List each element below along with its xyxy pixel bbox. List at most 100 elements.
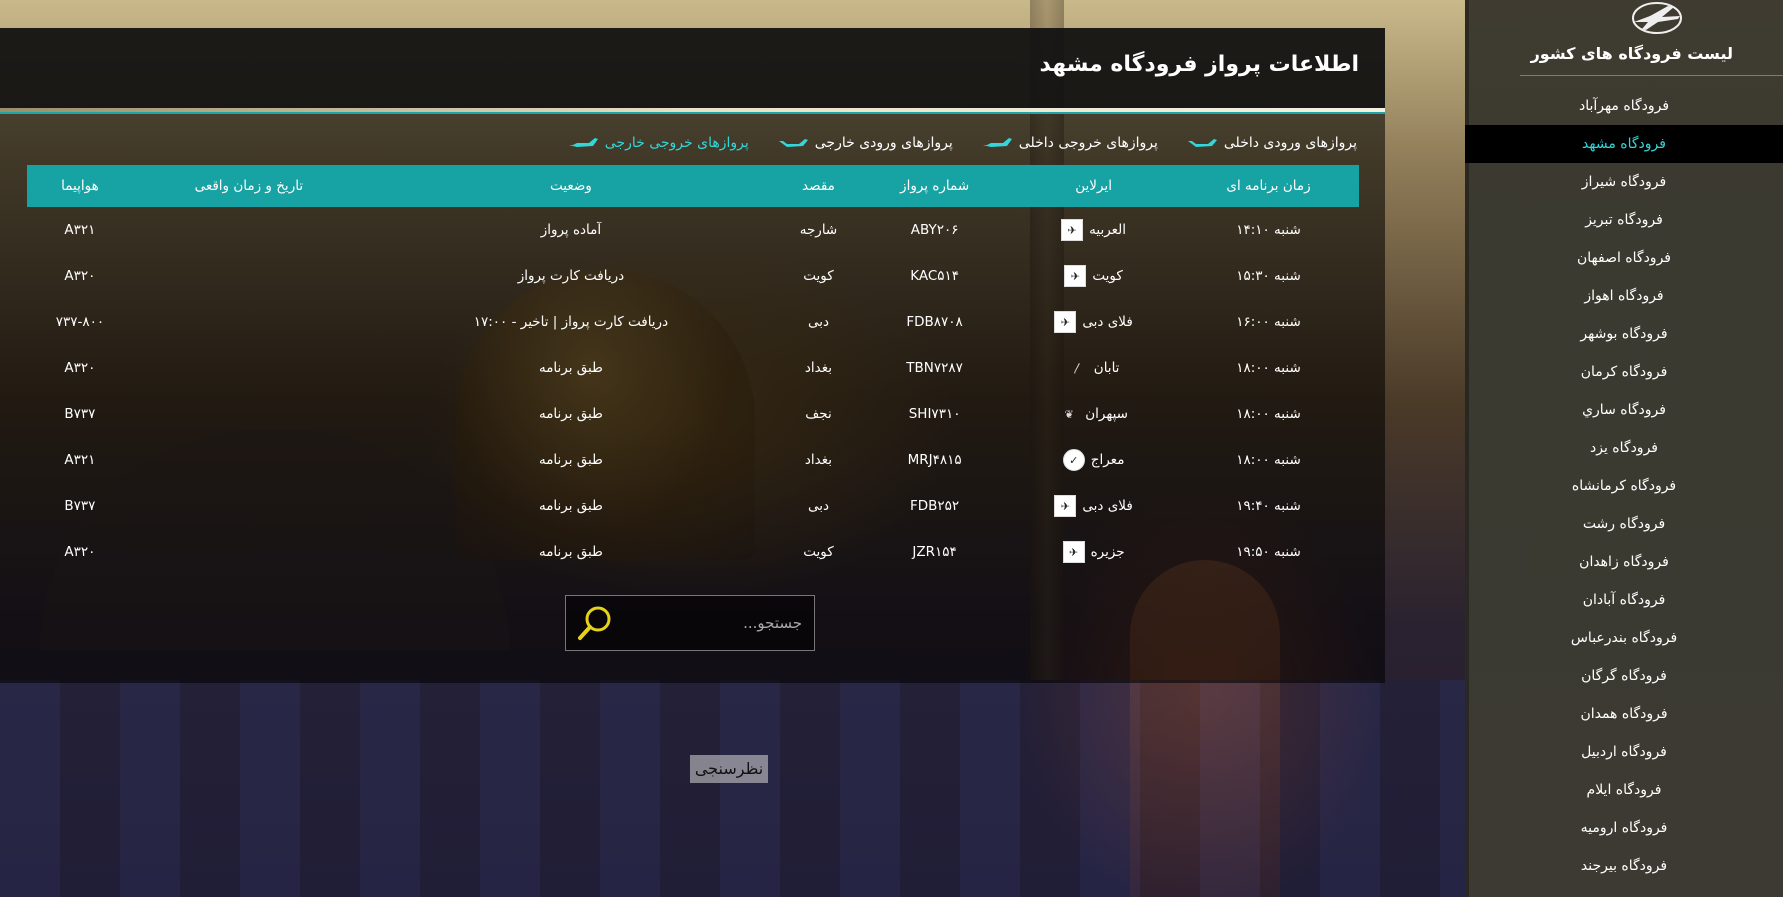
flight-info-panel: اطلاعات پرواز فرودگاه مشهد پروازهای ورود… <box>0 28 1385 683</box>
airline-name: سپهران <box>1085 406 1128 422</box>
cell-destination: بغداد <box>804 360 833 376</box>
column-header-scheduled-time: زمان برنامه ای <box>1177 165 1359 207</box>
table-row: شنبه ۱۹:۵۰ جزیره ✈ JZR۱۵۴ کویت طبق برنامه A۳۲۰ <box>27 529 1359 575</box>
cell-aircraft: A۳۲۱ <box>64 222 96 238</box>
sidebar-title: لیست فرودگاه های کشور <box>1530 44 1733 63</box>
cell-airline: کویت ✈ <box>1009 253 1178 299</box>
cell-status: طبق برنامه <box>538 406 603 422</box>
cell-actual-time <box>133 345 365 391</box>
background-tile-wall <box>0 680 1465 897</box>
airline-name: کویت <box>1092 268 1123 284</box>
plane-arrival-icon <box>778 139 808 147</box>
sidebar-item-airport[interactable]: فرودگاه بندرعباس <box>1465 619 1783 657</box>
column-header-aircraft: هواپیما <box>27 165 133 207</box>
cell-scheduled-time: شنبه ۱۹:۵۰ <box>1236 544 1301 560</box>
sidebar-item-airport[interactable]: فرودگاه گرگان <box>1465 657 1783 695</box>
square-plane-icon: ✈ <box>1062 541 1085 563</box>
sidebar-item-airport[interactable]: فرودگاه مهرآباد <box>1465 87 1783 125</box>
column-header-status: وضعیت <box>364 165 777 207</box>
cell-flight-number: FDB۲۵۲ <box>910 498 960 514</box>
cell-scheduled-time: شنبه ۱۸:۰۰ <box>1236 360 1301 376</box>
column-header-actual-time: تاریخ و زمان واقعی <box>132 165 365 207</box>
cell-status: طبق برنامه <box>538 544 603 560</box>
cell-flight-number: SHI۷۳۱۰ <box>908 406 961 422</box>
search-input[interactable] <box>630 610 804 636</box>
square-plane-icon: ✈ <box>1054 311 1077 333</box>
cell-actual-time <box>133 253 365 299</box>
tab-domestic-departures[interactable]: پروازهای خروجی داخلی <box>967 126 1172 160</box>
panel-header: اطلاعات پرواز فرودگاه مشهد <box>0 28 1385 108</box>
tab-international-departures[interactable]: پروازهای خروجی خارجی <box>553 126 763 160</box>
cell-airline: العربیه ✈ <box>1009 207 1178 253</box>
tab-domestic-arrivals[interactable]: پروازهای ورودی داخلی <box>1172 126 1371 160</box>
tab-label: پروازهای خروجی خارجی <box>604 135 749 151</box>
cell-scheduled-time: شنبه ۱۶:۰۰ <box>1236 314 1301 330</box>
sidebar-item-airport[interactable]: فرودگاه شیراز <box>1465 163 1783 201</box>
cell-airline: جزیره ✈ <box>1009 529 1178 575</box>
cell-aircraft: ۷۳۷-۸۰۰ <box>55 314 105 330</box>
cell-aircraft: B۷۳۷ <box>64 498 96 514</box>
table-row: شنبه ۱۸:۰۰ تابان 〳 TBN۷۲۸۷ بغداد طبق برنامه A۳… <box>27 345 1359 391</box>
sidebar-item-airport[interactable]: فرودگاه اهواز <box>1465 277 1783 315</box>
sidebar-item-airport[interactable]: فرودگاه کرمان <box>1465 353 1783 391</box>
sidebar-item-airport[interactable]: فرودگاه زاهدان <box>1465 543 1783 581</box>
airline-cell-content: کویت ✈ <box>1064 265 1123 287</box>
table-row: شنبه ۱۹:۴۰ فلای دبی ✈ FDB۲۵۲ دبی طبق برنامه B۷… <box>27 483 1359 529</box>
airline-cell-content: فلای دبی ✈ <box>1054 495 1133 517</box>
page-title: اطلاعات پرواز فرودگاه مشهد <box>1039 52 1359 77</box>
cell-actual-time <box>133 437 365 483</box>
table-row: شنبه ۱۸:۰۰ سپهران ❦ SHI۷۳۱۰ نجف طبق برنامه B۷۳… <box>27 391 1359 437</box>
cell-destination: نجف <box>805 406 832 422</box>
sidebar-item-airport[interactable]: فرودگاه ساري <box>1465 391 1783 429</box>
tab-international-arrivals[interactable]: پروازهای ورودی خارجی <box>763 126 967 160</box>
sidebar-item-airport[interactable]: فرودگاه آبادان <box>1465 581 1783 619</box>
sidebar-item-airport[interactable]: فرودگاه اصفهان <box>1465 239 1783 277</box>
tab-label: پروازهای خروجی داخلی <box>1018 135 1158 151</box>
table-row: شنبه ۱۴:۱۰ العربیه ✈ ABY۲۰۶ شارجه آماده پرواز… <box>27 207 1359 253</box>
airline-cell-content: تابان 〳 <box>1068 358 1120 378</box>
sidebar-item-airport[interactable]: فرودگاه ارومیه <box>1465 809 1783 847</box>
sidebar-item-airport[interactable]: فرودگاه مشهد <box>1465 125 1783 163</box>
cell-flight-number: TBN۷۲۸۷ <box>906 360 963 376</box>
sidebar-item-airport[interactable]: فرودگاه اردبیل <box>1465 733 1783 771</box>
cell-flight-number: MRJ۴۸۱۵ <box>907 452 962 468</box>
cell-status: دریافت کارت پرواز <box>517 268 625 284</box>
search-box <box>565 595 815 651</box>
cell-destination: بغداد <box>804 452 833 468</box>
cell-aircraft: A۳۲۱ <box>64 452 96 468</box>
sidebar-item-airport[interactable]: فرودگاه بوشهر <box>1465 315 1783 353</box>
flights-table-wrapper: زمان برنامه ای ایرلاین شماره پرواز مقصد … <box>27 165 1359 575</box>
table-header-row: زمان برنامه ای ایرلاین شماره پرواز مقصد … <box>27 165 1359 207</box>
airline-name: العربیه <box>1089 222 1127 238</box>
sidebar-divider <box>1520 75 1783 76</box>
cell-actual-time <box>133 529 365 575</box>
airline-name: تابان <box>1093 360 1120 376</box>
cell-scheduled-time: شنبه ۱۸:۰۰ <box>1236 406 1301 422</box>
table-row: شنبه ۱۵:۳۰ کویت ✈ KAC۵۱۴ کویت دریافت کارت پرو… <box>27 253 1359 299</box>
cell-destination: دبی <box>807 498 829 514</box>
sidebar-item-airport[interactable]: فرودگاه ایلام <box>1465 771 1783 809</box>
sidebar-item-airport[interactable]: فرودگاه کرمانشاه <box>1465 467 1783 505</box>
search-icon[interactable] <box>576 604 614 642</box>
table-row: شنبه ۱۶:۰۰ فلای دبی ✈ FDB۸۷۰۸ دبی دریافت کارت… <box>27 299 1359 345</box>
cell-airline: فلای دبی ✈ <box>1009 299 1178 345</box>
airline-name: معراج <box>1090 452 1125 468</box>
sidebar-item-airport[interactable]: فرودگاه بیرجند <box>1465 847 1783 885</box>
sidebar-item-airport[interactable]: فرودگاه یزد <box>1465 429 1783 467</box>
airline-name: جزیره <box>1090 544 1125 560</box>
taban-wing-icon: 〳 <box>1072 361 1084 375</box>
survey-button[interactable]: نظرسنجی <box>690 755 768 783</box>
cell-flight-number: JZR۱۵۴ <box>912 544 957 560</box>
cell-aircraft: A۳۲۰ <box>64 360 96 376</box>
column-header-destination: مقصد <box>777 165 860 207</box>
tab-label: پروازهای ورودی داخلی <box>1223 135 1357 151</box>
cell-status: طبق برنامه <box>538 452 603 468</box>
cell-scheduled-time: شنبه ۱۴:۱۰ <box>1236 222 1301 238</box>
plane-arrival-icon <box>1187 139 1217 147</box>
cell-actual-time <box>133 483 365 529</box>
sidebar-item-airport[interactable]: فرودگاه رشت <box>1465 505 1783 543</box>
cell-destination: دبی <box>807 314 829 330</box>
sidebar-item-airport[interactable]: فرودگاه همدان <box>1465 695 1783 733</box>
cell-aircraft: A۳۲۰ <box>64 268 96 284</box>
sidebar-item-airport[interactable]: فرودگاه تبریز <box>1465 201 1783 239</box>
